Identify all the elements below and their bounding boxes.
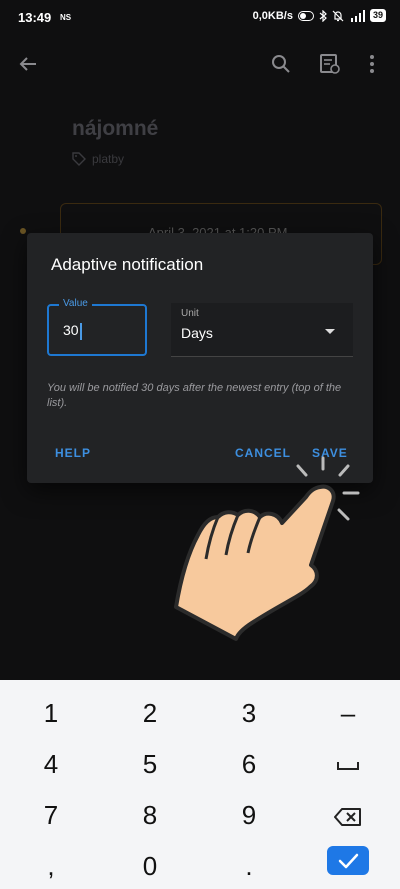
dropdown-arrow-icon <box>325 329 335 334</box>
network-speed: 0,0KB/s <box>252 9 293 22</box>
unit-value: Days <box>181 325 213 341</box>
status-right: 0,0KB/s 39 <box>253 9 386 22</box>
tag-label: platby <box>92 152 125 166</box>
key-6[interactable]: 6 <box>219 744 279 784</box>
key-7[interactable]: 7 <box>21 795 81 835</box>
value-label: Value <box>59 298 92 309</box>
search-icon[interactable] <box>271 54 291 74</box>
dialog-title: Adaptive notification <box>51 255 204 274</box>
key-9[interactable]: 9 <box>219 795 279 835</box>
tap-hand-icon <box>174 456 360 641</box>
key-comma[interactable]: , <box>21 846 81 886</box>
key-minus[interactable]: – <box>318 693 378 733</box>
key-4[interactable]: 4 <box>21 744 81 784</box>
value-number: 30 <box>63 322 79 338</box>
text-caret <box>79 322 82 340</box>
battery-level: 39 <box>369 9 386 22</box>
space-key-icon[interactable] <box>318 744 378 784</box>
more-vert-icon[interactable] <box>368 54 376 74</box>
key-5[interactable]: 5 <box>120 744 180 784</box>
key-8[interactable]: 8 <box>120 795 180 835</box>
toggle-icon <box>297 10 314 21</box>
value-input[interactable]: Value 30 <box>47 298 147 356</box>
status-ns: NS <box>60 13 72 22</box>
unit-select[interactable]: Unit Days <box>171 303 353 357</box>
value-text: 30 <box>63 322 82 340</box>
key-2[interactable]: 2 <box>120 693 180 733</box>
backspace-key-icon[interactable] <box>318 795 378 835</box>
status-bar: 13:49 NS 0,0KB/s 39 <box>0 0 400 36</box>
status-time: 13:49 <box>18 10 52 25</box>
notification-hint: You will be notified 30 days after the n… <box>47 382 342 409</box>
check-icon <box>338 853 359 869</box>
adaptive-notification-dialog: Adaptive notification Value 30 Unit Days… <box>27 233 373 483</box>
key-period[interactable]: . <box>219 846 279 886</box>
bluetooth-icon <box>319 9 327 22</box>
key-3[interactable]: 3 <box>219 693 279 733</box>
note-tag[interactable]: platby <box>72 152 124 166</box>
mute-bell-icon <box>332 10 344 21</box>
note-title: nájomné <box>72 117 159 140</box>
notes-icon[interactable] <box>319 53 341 75</box>
unit-label: Unit <box>181 308 199 319</box>
timeline-dot <box>20 228 26 234</box>
tag-icon <box>72 152 86 166</box>
confirm-key[interactable] <box>327 846 369 875</box>
key-1[interactable]: 1 <box>21 693 81 733</box>
signal-icon <box>350 9 365 22</box>
key-0[interactable]: 0 <box>120 846 180 886</box>
back-arrow-icon[interactable] <box>18 54 38 74</box>
help-button[interactable]: HELP <box>55 446 91 460</box>
